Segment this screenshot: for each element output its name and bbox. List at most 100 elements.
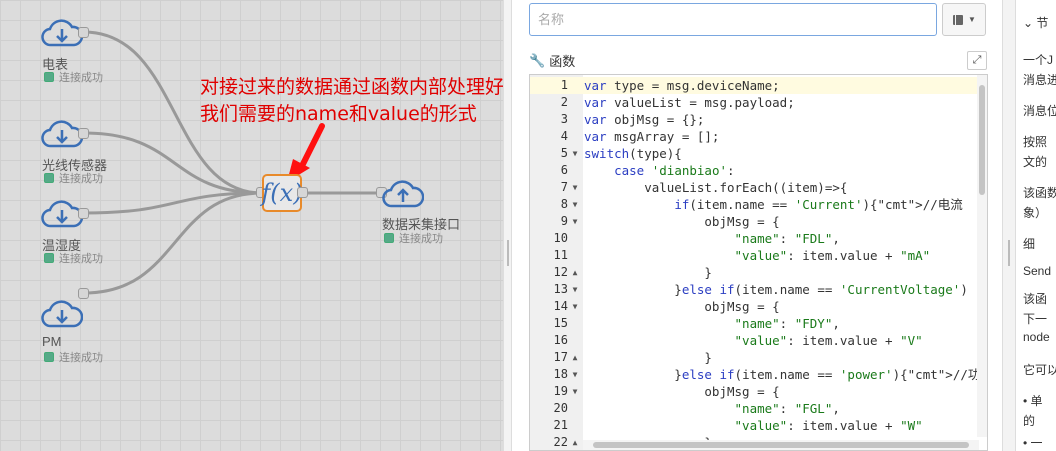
cloud-download-icon[interactable] (41, 297, 83, 329)
status-text: 连接成功 (59, 352, 103, 364)
code-line[interactable]: 14 ▼ objMsg = { (530, 298, 982, 315)
function-node[interactable]: f(x) (261, 174, 303, 212)
info-text-line: 它可以 (1023, 363, 1056, 377)
code-line[interactable]: 7 ▼ valueList.forEach((item)=>{ (530, 179, 982, 196)
fold-toggle-icon[interactable]: ▲ (570, 264, 580, 281)
code-line[interactable]: 4 var msgArray = []; (530, 128, 982, 145)
status-text: 连接成功 (399, 233, 443, 245)
line-number: 2 (560, 95, 568, 109)
line-number: 10 (553, 231, 568, 245)
code-line[interactable]: 8 ▼ if(item.name == 'Current'){"cmt">//电流 (530, 196, 982, 213)
info-header[interactable]: ⌄ 节 (1023, 14, 1048, 31)
output-port[interactable] (78, 27, 89, 38)
fold-toggle-icon[interactable]: ▼ (570, 179, 580, 196)
code-line[interactable]: 6 case 'dianbiao': (530, 162, 982, 179)
cloud-download-icon[interactable] (41, 117, 83, 149)
scroll-thumb[interactable] (593, 442, 969, 448)
code-line[interactable]: 9 ▼ objMsg = { (530, 213, 982, 230)
code-line[interactable]: 15 "name": "FDY", (530, 315, 982, 332)
code-editor[interactable]: 1 var type = msg.deviceName; 2 var valueLis… (529, 74, 988, 451)
node-status-data-interface: 连接成功 (384, 230, 443, 246)
library-button[interactable]: ▼ (942, 3, 986, 36)
scroll-thumb[interactable] (979, 85, 985, 195)
flow-canvas[interactable]: 电表 连接成功 光线传感器 连接成功 温湿度 连接成功 PM 连接成功 f(x) (0, 0, 503, 451)
code-line[interactable]: 10 "name": "FDL", (530, 230, 982, 247)
wire-pm[interactable] (83, 191, 263, 295)
code-text: var type = msg.deviceName; (584, 78, 780, 93)
expand-editor-button[interactable]: ⤢ (967, 51, 987, 70)
code-line[interactable]: 5 ▼ switch(type){ (530, 145, 982, 162)
fold-toggle-icon[interactable]: ▲ (570, 434, 580, 450)
code-line[interactable]: 16 "value": item.value + "V" (530, 332, 982, 349)
code-line[interactable]: 1 var type = msg.deviceName; (530, 77, 982, 94)
panel-splitter[interactable] (503, 0, 512, 451)
code-text: if(item.name == 'Current'){"cmt">//电流 (674, 197, 963, 212)
fold-toggle-icon[interactable]: ▼ (570, 298, 580, 315)
code-text: "value": item.value + "W" (734, 418, 923, 433)
info-text-line: 的 (1023, 414, 1036, 428)
fold-toggle-icon[interactable]: ▼ (570, 145, 580, 162)
code-line[interactable]: 19 ▼ objMsg = { (530, 383, 982, 400)
info-text-line: 消息位 (1023, 104, 1056, 118)
code-line[interactable]: 12 ▲ } (530, 264, 982, 281)
info-text-line: 文的 (1023, 155, 1048, 169)
code-line[interactable]: 18 ▼ }else if(item.name == 'power'){"cmt"… (530, 366, 987, 383)
cloud-download-icon[interactable] (41, 197, 83, 229)
function-editor-panel: ▼ 🔧 函数 ⤢ 1 var type = msg.deviceName; 2 var… (512, 0, 1002, 451)
code-text: var valueList = msg.payload; (584, 95, 795, 110)
panel-splitter[interactable] (1002, 0, 1016, 451)
wire-light-sensor[interactable] (83, 131, 263, 195)
fold-toggle-icon[interactable]: ▲ (570, 349, 580, 366)
output-port[interactable] (78, 128, 89, 139)
fold-toggle-icon[interactable]: ▼ (570, 366, 580, 383)
code-text: objMsg = { (584, 214, 780, 229)
code-line[interactable]: 17 ▲ } (530, 349, 982, 366)
line-number: 6 (560, 163, 568, 177)
function-label-text: 函数 (549, 54, 576, 69)
info-text-line: 该函数 (1023, 186, 1056, 200)
info-text-line: 消息进 (1023, 73, 1056, 87)
node-label-pm[interactable]: PM (42, 334, 62, 349)
code-text: valueList.forEach((item)=>{ (584, 180, 848, 195)
cloud-download-icon[interactable] (41, 16, 83, 48)
code-line[interactable]: 20 "name": "FGL", (530, 400, 982, 417)
line-number: 9 (560, 214, 568, 228)
fold-toggle-icon[interactable]: ▼ (570, 281, 580, 298)
code-line[interactable]: 21 "value": item.value + "W" (530, 417, 982, 434)
line-number: 18 (553, 367, 568, 381)
code-text: }else if(item.name == 'power'){"cmt">//功… (584, 367, 987, 382)
output-port[interactable] (297, 187, 308, 198)
code-line[interactable]: 11 "value": item.value + "mA" (530, 247, 982, 264)
fold-toggle-icon[interactable]: ▼ (570, 383, 580, 400)
annotation-line-1: 对接过来的数据通过函数内部处理好 (200, 76, 503, 98)
code-text: objMsg = { (584, 384, 780, 399)
status-dot (44, 253, 54, 263)
code-text: "value": item.value + "mA" (734, 248, 931, 263)
output-port[interactable] (78, 288, 89, 299)
code-line[interactable]: 2 var valueList = msg.payload; (530, 94, 982, 111)
splitter-grip[interactable] (1008, 240, 1010, 266)
line-number: 15 (553, 316, 568, 330)
info-text-line: node (1023, 330, 1050, 344)
cloud-upload-icon[interactable] (382, 177, 424, 209)
status-text: 连接成功 (59, 72, 103, 84)
fold-toggle-icon[interactable]: ▼ (570, 196, 580, 213)
vertical-scrollbar[interactable] (977, 75, 987, 437)
code-text: "value": item.value + "V" (734, 333, 923, 348)
fold-toggle-icon[interactable]: ▼ (570, 213, 580, 230)
line-number: 21 (553, 418, 568, 432)
status-dot (384, 233, 394, 243)
status-text: 连接成功 (59, 253, 103, 265)
horizontal-scrollbar[interactable] (583, 440, 979, 450)
name-input[interactable] (529, 3, 937, 36)
code-line[interactable]: 3 var objMsg = {}; (530, 111, 982, 128)
info-text-line: 按照 (1023, 135, 1048, 149)
code-text: } (584, 350, 712, 365)
line-number: 5 (560, 146, 568, 160)
splitter-grip[interactable] (507, 240, 509, 266)
code-line[interactable]: 13 ▼ }else if(item.name == 'CurrentVoltag… (530, 281, 982, 298)
code-text: objMsg = { (584, 299, 780, 314)
code-text: var msgArray = []; (584, 129, 720, 144)
status-dot (44, 72, 54, 82)
output-port[interactable] (78, 208, 89, 219)
